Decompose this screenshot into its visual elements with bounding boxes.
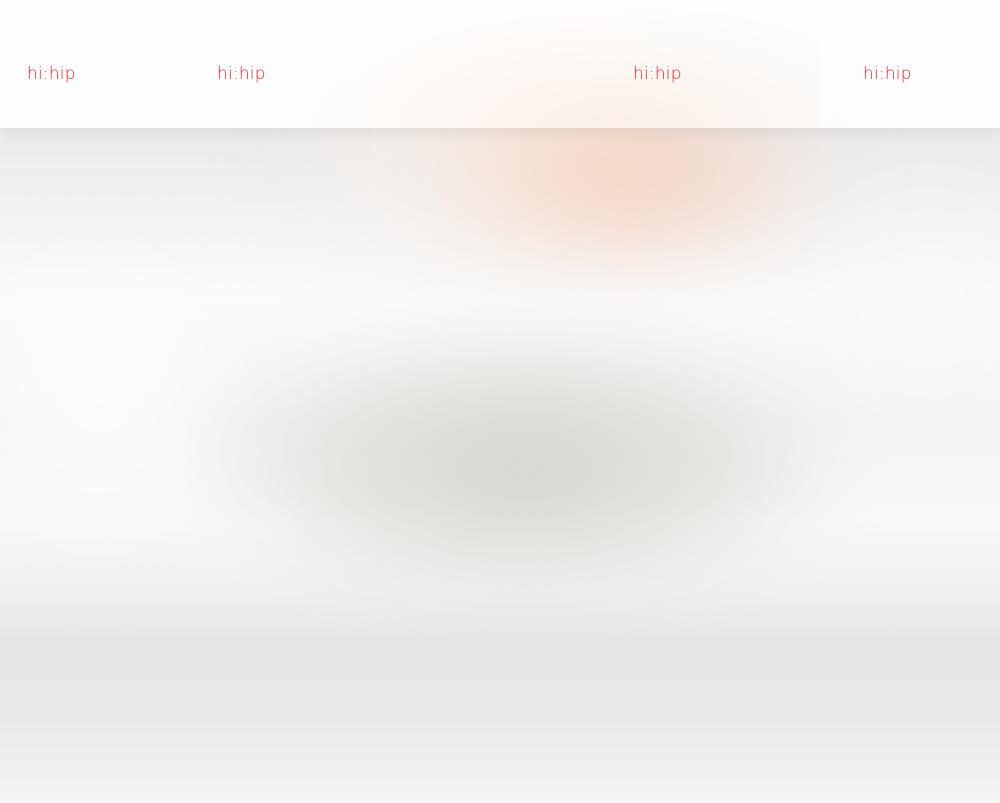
brand-logo-link-2[interactable]: hi:hip (217, 62, 266, 86)
header-glow (300, 0, 820, 128)
brand-logo-text: hi:hip (27, 63, 76, 84)
header-bar: hi:hip hi:hip hi:hip hi:hip (0, 0, 1000, 128)
hero-left-sheen (0, 230, 260, 560)
brand-logo-link-1[interactable]: hi:hip (27, 62, 76, 86)
brand-logo-link-4[interactable]: hi:hip (863, 62, 912, 86)
brand-logo-text: hi:hip (863, 63, 912, 84)
brand-logo-text: hi:hip (633, 63, 682, 84)
brand-logo-link-3[interactable]: hi:hip (633, 62, 682, 86)
hero-bowl-shape (215, 330, 835, 580)
brand-logo-text: hi:hip (217, 63, 266, 84)
hero-right-sheen (800, 180, 1000, 420)
